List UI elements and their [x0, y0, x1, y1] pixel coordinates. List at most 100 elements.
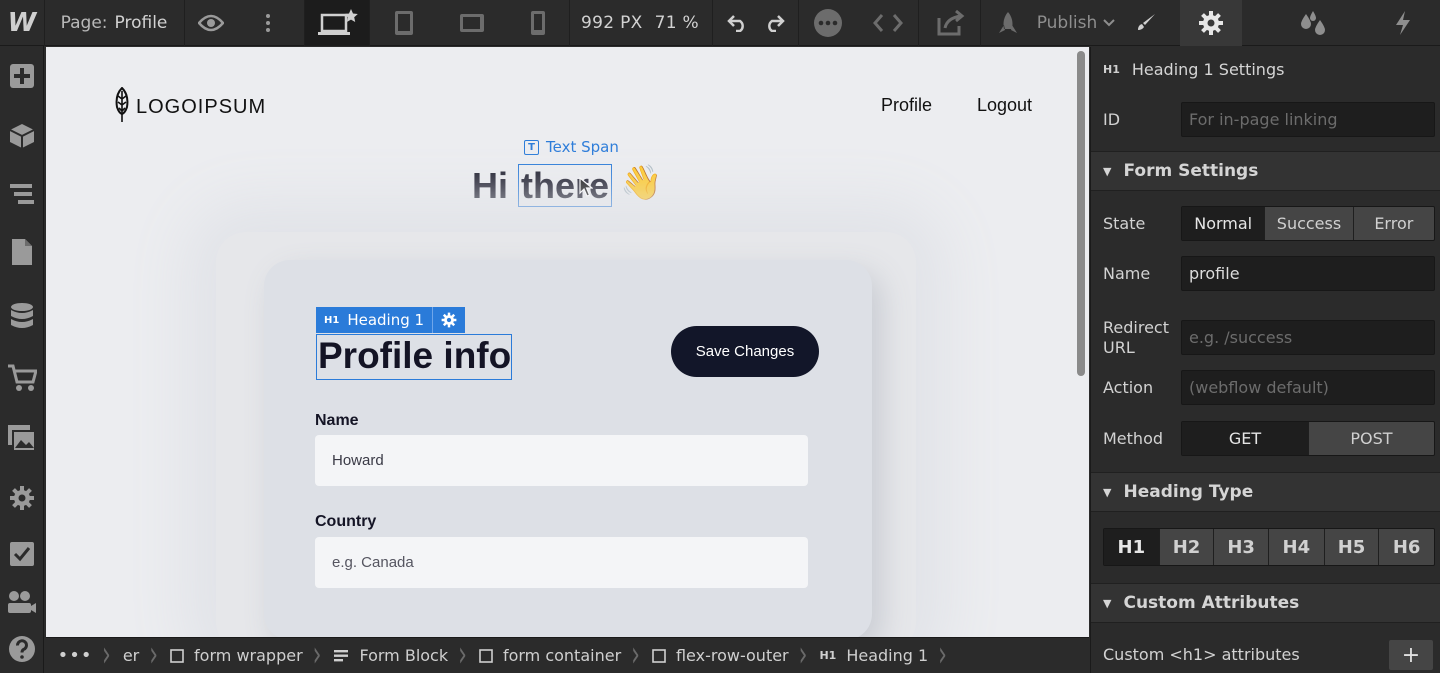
users-icon[interactable]: [0, 582, 44, 622]
page-selector[interactable]: Page: Profile: [46, 0, 182, 46]
publish-button[interactable]: Publish: [1030, 0, 1122, 46]
audit-icon[interactable]: [0, 534, 44, 574]
nav-link-logout[interactable]: Logout: [977, 95, 1032, 116]
method-get[interactable]: GET: [1182, 422, 1308, 455]
heading-h3[interactable]: H3: [1213, 529, 1268, 565]
heading-selection-tag: H1 Heading 1: [316, 307, 466, 333]
scrollbar-thumb[interactable]: [1077, 51, 1085, 376]
settings-icon[interactable]: [0, 478, 44, 518]
profile-info-heading[interactable]: Profile info: [316, 334, 513, 380]
chevron-right-icon: ›: [798, 637, 808, 673]
method-post[interactable]: POST: [1308, 422, 1434, 455]
heading-h1[interactable]: H1: [1104, 529, 1159, 565]
id-input[interactable]: For in-page linking: [1181, 102, 1435, 137]
nav-link-profile[interactable]: Profile: [881, 95, 932, 116]
lightning-icon[interactable]: [1372, 0, 1434, 46]
tablet-icon[interactable]: [372, 0, 436, 46]
breadcrumb-form-block[interactable]: Form Block: [321, 638, 458, 673]
page-name: Profile: [114, 13, 168, 33]
heading-h4[interactable]: H4: [1268, 529, 1324, 565]
heading-type-section[interactable]: ▼ Heading Type: [1091, 472, 1440, 512]
top-toolbar: W Page: Profile 992 PX 71 % Publish: [0, 0, 1440, 46]
pages-icon[interactable]: [0, 232, 44, 272]
caret-down-icon: ▼: [1103, 596, 1112, 610]
section-title: Form Settings: [1123, 161, 1259, 181]
undo-icon[interactable]: [722, 0, 754, 46]
canvas-scrollbar[interactable]: [1073, 47, 1089, 637]
redirect-label-line-2: URL: [1103, 338, 1135, 357]
form-block-icon: [333, 649, 349, 663]
heading-h2[interactable]: H2: [1158, 529, 1214, 565]
element-settings-title: H1 Heading 1 Settings: [1103, 60, 1284, 79]
id-label: ID: [1103, 110, 1121, 129]
text-span-icon: T: [524, 139, 539, 155]
caret-down-icon: ▼: [1103, 164, 1112, 178]
more-circle-icon[interactable]: [806, 0, 850, 46]
div-block-icon: [170, 648, 184, 663]
site-logo[interactable]: LOGOIPSUM: [114, 86, 266, 127]
settings-panel: H1 Heading 1 Settings ID For in-page lin…: [1090, 47, 1440, 673]
webflow-logo[interactable]: W: [0, 0, 44, 46]
rocket-icon[interactable]: [990, 0, 1026, 46]
gear-icon[interactable]: [432, 307, 465, 333]
breadcrumb-item-label: Form Block: [359, 646, 449, 665]
assets-icon[interactable]: [0, 418, 44, 458]
greeting-text-span[interactable]: there: [518, 164, 613, 207]
box-icon[interactable]: [0, 116, 44, 156]
chevron-right-icon: ›: [149, 637, 159, 673]
gear-icon[interactable]: [1180, 0, 1242, 46]
heading-h6[interactable]: H6: [1378, 529, 1434, 565]
help-icon[interactable]: [0, 629, 44, 669]
drops-icon[interactable]: [1282, 0, 1344, 46]
action-input[interactable]: (webflow default): [1181, 370, 1435, 405]
save-changes-button[interactable]: Save Changes: [671, 326, 819, 377]
text-span-label: Text Span: [546, 138, 619, 156]
div-block-icon: [479, 648, 493, 663]
breadcrumb-flex-row-outer[interactable]: flex-row-outer: [640, 638, 799, 673]
heading-tag-label[interactable]: H1 Heading 1: [316, 307, 432, 333]
heading-level-icon: H1: [819, 649, 837, 662]
custom-attributes-section[interactable]: ▼ Custom Attributes: [1091, 583, 1440, 623]
breadcrumb-heading-1[interactable]: H1 Heading 1: [807, 638, 938, 673]
redirect-url-input[interactable]: e.g. /success: [1181, 320, 1435, 355]
cart-icon[interactable]: [0, 358, 44, 398]
design-canvas[interactable]: LOGOIPSUM Profile Logout T Text Span Hi …: [46, 47, 1089, 637]
desktop-star-icon[interactable]: [305, 0, 369, 46]
eye-icon[interactable]: [186, 0, 236, 46]
state-normal[interactable]: Normal: [1182, 207, 1265, 240]
name-input[interactable]: Howard: [315, 435, 808, 486]
form-name-label: Name: [1103, 264, 1151, 283]
chevron-right-icon: ›: [631, 637, 640, 673]
redo-icon[interactable]: [758, 0, 790, 46]
export-icon[interactable]: [928, 0, 972, 46]
caret-down-icon: ▼: [1103, 485, 1112, 499]
publish-label: Publish: [1036, 13, 1098, 33]
breadcrumb-form-wrapper[interactable]: form wrapper: [158, 638, 313, 673]
code-icon[interactable]: [866, 0, 910, 46]
div-block-icon: [652, 648, 666, 663]
form-name-input[interactable]: profile: [1181, 256, 1435, 291]
settings-title: Heading 1 Settings: [1131, 60, 1285, 79]
more-vertical-icon[interactable]: [248, 0, 288, 46]
breadcrumb-form-container[interactable]: form container: [467, 638, 631, 673]
brush-icon[interactable]: [1122, 0, 1170, 46]
greeting-prefix: Hi: [472, 165, 519, 206]
tablet-landscape-icon[interactable]: [440, 0, 504, 46]
add-icon[interactable]: [0, 56, 44, 96]
breadcrumb-overflow[interactable]: •••: [46, 638, 102, 673]
feather-icon: [114, 86, 130, 127]
cms-icon[interactable]: [0, 296, 44, 336]
heading-level-toggle: H1 H2 H3 H4 H5 H6: [1103, 528, 1435, 566]
mobile-icon[interactable]: [506, 0, 570, 46]
state-error[interactable]: Error: [1352, 207, 1434, 240]
heading-h5[interactable]: H5: [1323, 529, 1379, 565]
chevron-right-icon: ›: [102, 637, 111, 673]
navigator-icon[interactable]: [0, 174, 44, 214]
country-input[interactable]: e.g. Canada: [315, 537, 808, 588]
form-settings-section[interactable]: ▼ Form Settings: [1091, 151, 1440, 191]
breadcrumb-item[interactable]: er: [111, 638, 149, 673]
state-success[interactable]: Success: [1264, 207, 1353, 240]
add-attribute-button[interactable]: +: [1389, 640, 1433, 670]
state-toggle: Normal Success Error: [1181, 206, 1435, 241]
custom-attributes-label: Custom <h1> attributes: [1103, 645, 1300, 664]
